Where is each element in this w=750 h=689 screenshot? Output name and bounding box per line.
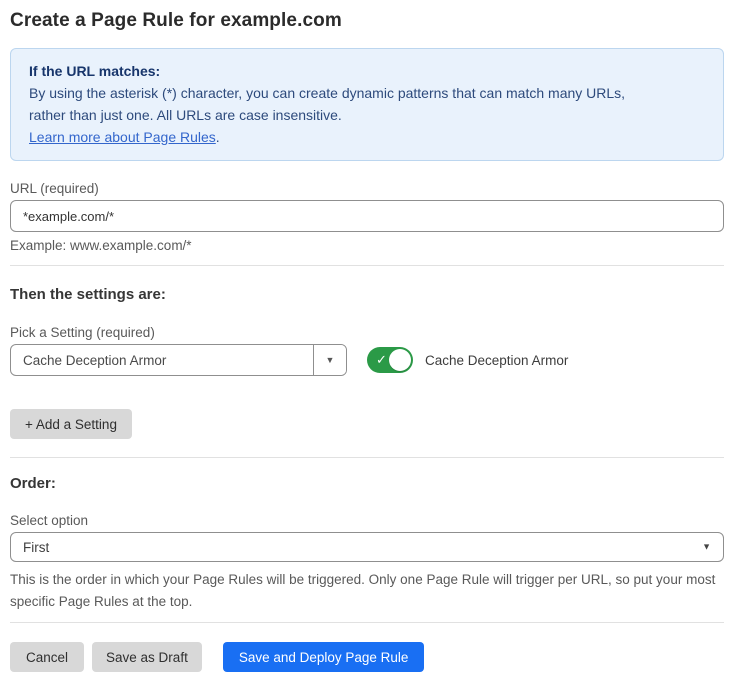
check-icon: ✓ bbox=[376, 347, 387, 373]
order-section-heading: Order: bbox=[10, 475, 724, 492]
chevron-down-icon: ▼ bbox=[702, 543, 711, 552]
toggle-label: Cache Deception Armor bbox=[425, 353, 568, 368]
order-select-value: First bbox=[23, 540, 49, 555]
setting-dropdown-value: Cache Deception Armor bbox=[11, 345, 313, 375]
toggle-knob bbox=[389, 349, 411, 371]
setting-dropdown-caret-button[interactable]: ▼ bbox=[313, 345, 346, 375]
footer-button-row: Cancel Save as Draft Save and Deploy Pag… bbox=[10, 642, 724, 672]
setting-dropdown[interactable]: Cache Deception Armor ▼ bbox=[10, 344, 347, 376]
info-box-heading: If the URL matches: bbox=[29, 60, 705, 82]
info-box-link-line: Learn more about Page Rules. bbox=[29, 126, 705, 148]
order-helper-text: This is the order in which your Page Rul… bbox=[10, 569, 724, 613]
add-setting-button[interactable]: + Add a Setting bbox=[10, 409, 132, 439]
order-select-label: Select option bbox=[10, 513, 724, 528]
url-field-label: URL (required) bbox=[10, 181, 724, 196]
cancel-button[interactable]: Cancel bbox=[10, 642, 84, 672]
info-box-body-line: By using the asterisk (*) character, you… bbox=[29, 82, 705, 104]
info-box-body-line: rather than just one. All URLs are case … bbox=[29, 104, 705, 126]
save-as-draft-button[interactable]: Save as Draft bbox=[92, 642, 202, 672]
page-title: Create a Page Rule for example.com bbox=[10, 10, 724, 32]
order-select[interactable]: First ▼ bbox=[10, 532, 724, 562]
settings-section-heading: Then the settings are: bbox=[10, 286, 724, 303]
url-input[interactable] bbox=[10, 200, 724, 232]
cache-deception-armor-toggle[interactable]: ✓ bbox=[367, 347, 413, 373]
section-divider bbox=[10, 622, 724, 623]
url-match-info-box: If the URL matches: By using the asteris… bbox=[10, 48, 724, 161]
learn-more-page-rules-link[interactable]: Learn more about Page Rules bbox=[29, 129, 216, 145]
setting-toggle-group: ✓ Cache Deception Armor bbox=[367, 347, 568, 373]
chevron-down-icon: ▼ bbox=[326, 356, 335, 365]
pick-setting-label: Pick a Setting (required) bbox=[10, 325, 724, 340]
section-divider bbox=[10, 265, 724, 266]
link-suffix-text: . bbox=[216, 129, 220, 145]
save-and-deploy-button[interactable]: Save and Deploy Page Rule bbox=[223, 642, 425, 672]
create-page-rule-form: Create a Page Rule for example.com If th… bbox=[10, 10, 724, 672]
section-divider bbox=[10, 457, 724, 458]
url-field-helper: Example: www.example.com/* bbox=[10, 238, 724, 253]
setting-row: Cache Deception Armor ▼ ✓ Cache Deceptio… bbox=[10, 344, 724, 376]
